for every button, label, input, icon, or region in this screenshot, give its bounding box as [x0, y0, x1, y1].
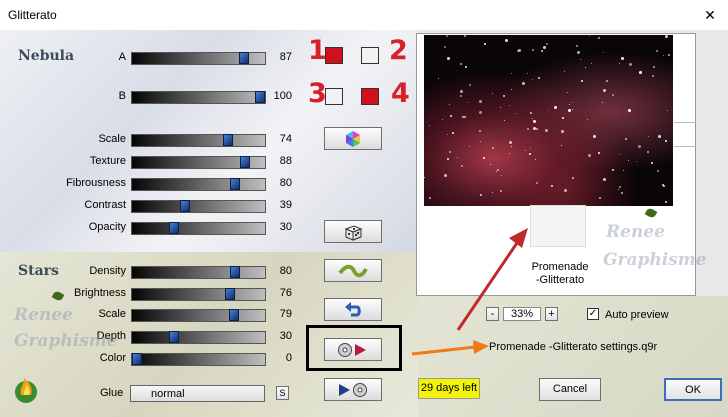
cancel-button[interactable]: Cancel: [539, 378, 601, 401]
trial-badge: 29 days left: [418, 378, 480, 399]
ok-button[interactable]: OK: [664, 378, 722, 401]
annotation-arrows: [411, 228, 528, 356]
